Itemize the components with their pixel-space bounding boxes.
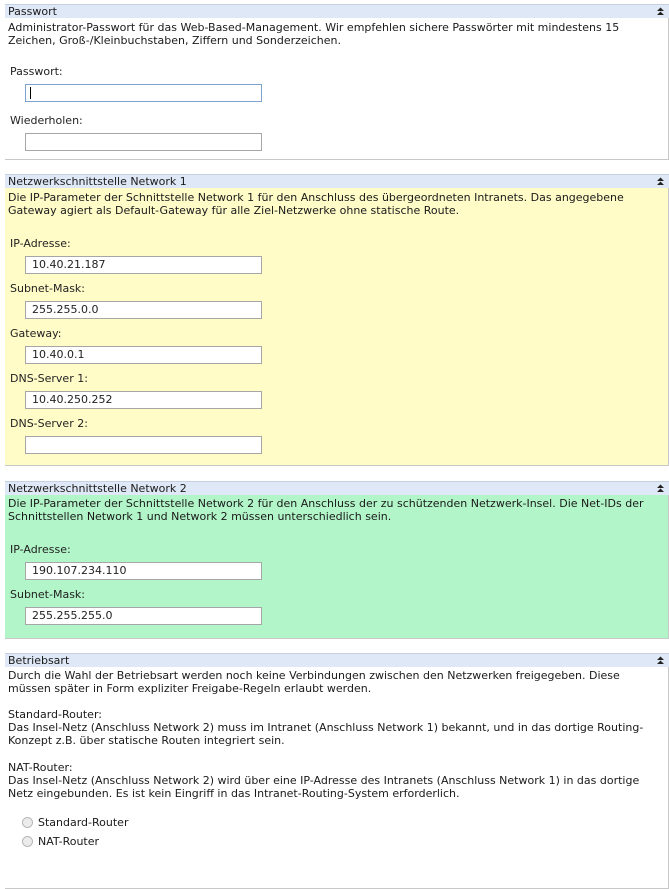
nat-router-option-label: NAT-Router (38, 835, 100, 848)
nat-router-text: Das Insel-Netz (Anschluss Network 2) wir… (8, 774, 640, 800)
network1-panel: Netzwerkschnittstelle Network 1 Die IP-P… (5, 174, 669, 466)
text-cursor (30, 87, 31, 99)
network2-description: Die IP-Parameter der Schnittstelle Netwo… (8, 497, 644, 523)
repeat-password-label: Wiederholen: (10, 114, 83, 127)
password-input[interactable] (25, 84, 262, 102)
network1-gateway-label: Gateway: (10, 327, 62, 340)
network1-dns1-label: DNS-Server 1: (10, 372, 88, 385)
network2-panel-title: Netzwerkschnittstelle Network 2 (8, 482, 187, 495)
network1-dns2-input[interactable] (25, 436, 262, 454)
network1-ip-input[interactable]: 10.40.21.187 (25, 256, 262, 274)
collapse-arrow-icon[interactable] (656, 176, 665, 187)
repeat-password-input[interactable] (25, 133, 262, 151)
network1-gateway-input[interactable]: 10.40.0.1 (25, 346, 262, 364)
password-description: Administrator-Passwort für das Web-Based… (8, 21, 620, 47)
collapse-arrow-icon[interactable] (656, 6, 665, 17)
network2-panel: Netzwerkschnittstelle Network 2 Die IP-P… (5, 481, 669, 639)
password-panel-header[interactable]: Passwort (5, 4, 669, 18)
network1-ip-label: IP-Adresse: (10, 237, 71, 250)
mode-panel-title: Betriebsart (8, 654, 70, 667)
mode-panel-header[interactable]: Betriebsart (5, 653, 669, 667)
standard-router-text: Das Insel-Netz (Anschluss Network 2) mus… (8, 721, 644, 747)
password-panel-title: Passwort (8, 5, 57, 18)
network1-description: Die IP-Parameter der Schnittstelle Netwo… (8, 191, 624, 217)
password-label: Passwort: (10, 65, 63, 78)
mode-panel: Betriebsart Durch die Wahl der Betriebsa… (5, 653, 669, 889)
network2-ip-label: IP-Adresse: (10, 543, 71, 556)
mode-description: Durch die Wahl der Betriebsart werden no… (8, 669, 620, 695)
network2-ip-input[interactable]: 190.107.234.110 (25, 562, 262, 580)
network1-mask-input[interactable]: 255.255.0.0 (25, 301, 262, 319)
collapse-arrow-icon[interactable] (656, 655, 665, 666)
nat-router-radio[interactable] (22, 836, 33, 847)
network1-mask-label: Subnet-Mask: (10, 282, 85, 295)
network2-panel-header[interactable]: Netzwerkschnittstelle Network 2 (5, 481, 669, 495)
network1-panel-header[interactable]: Netzwerkschnittstelle Network 1 (5, 174, 669, 188)
password-panel: Passwort Administrator-Passwort für das … (5, 4, 669, 160)
standard-router-radio[interactable] (22, 817, 33, 828)
network1-panel-title: Netzwerkschnittstelle Network 1 (8, 175, 187, 188)
network2-mask-label: Subnet-Mask: (10, 588, 85, 601)
network1-dns2-label: DNS-Server 2: (10, 417, 88, 430)
collapse-arrow-icon[interactable] (656, 483, 665, 494)
network2-mask-input[interactable]: 255.255.255.0 (25, 607, 262, 625)
network1-dns1-input[interactable]: 10.40.250.252 (25, 391, 262, 409)
standard-router-heading: Standard-Router: (8, 708, 102, 721)
nat-router-heading: NAT-Router: (8, 761, 73, 774)
standard-router-option-label: Standard-Router (38, 816, 129, 829)
